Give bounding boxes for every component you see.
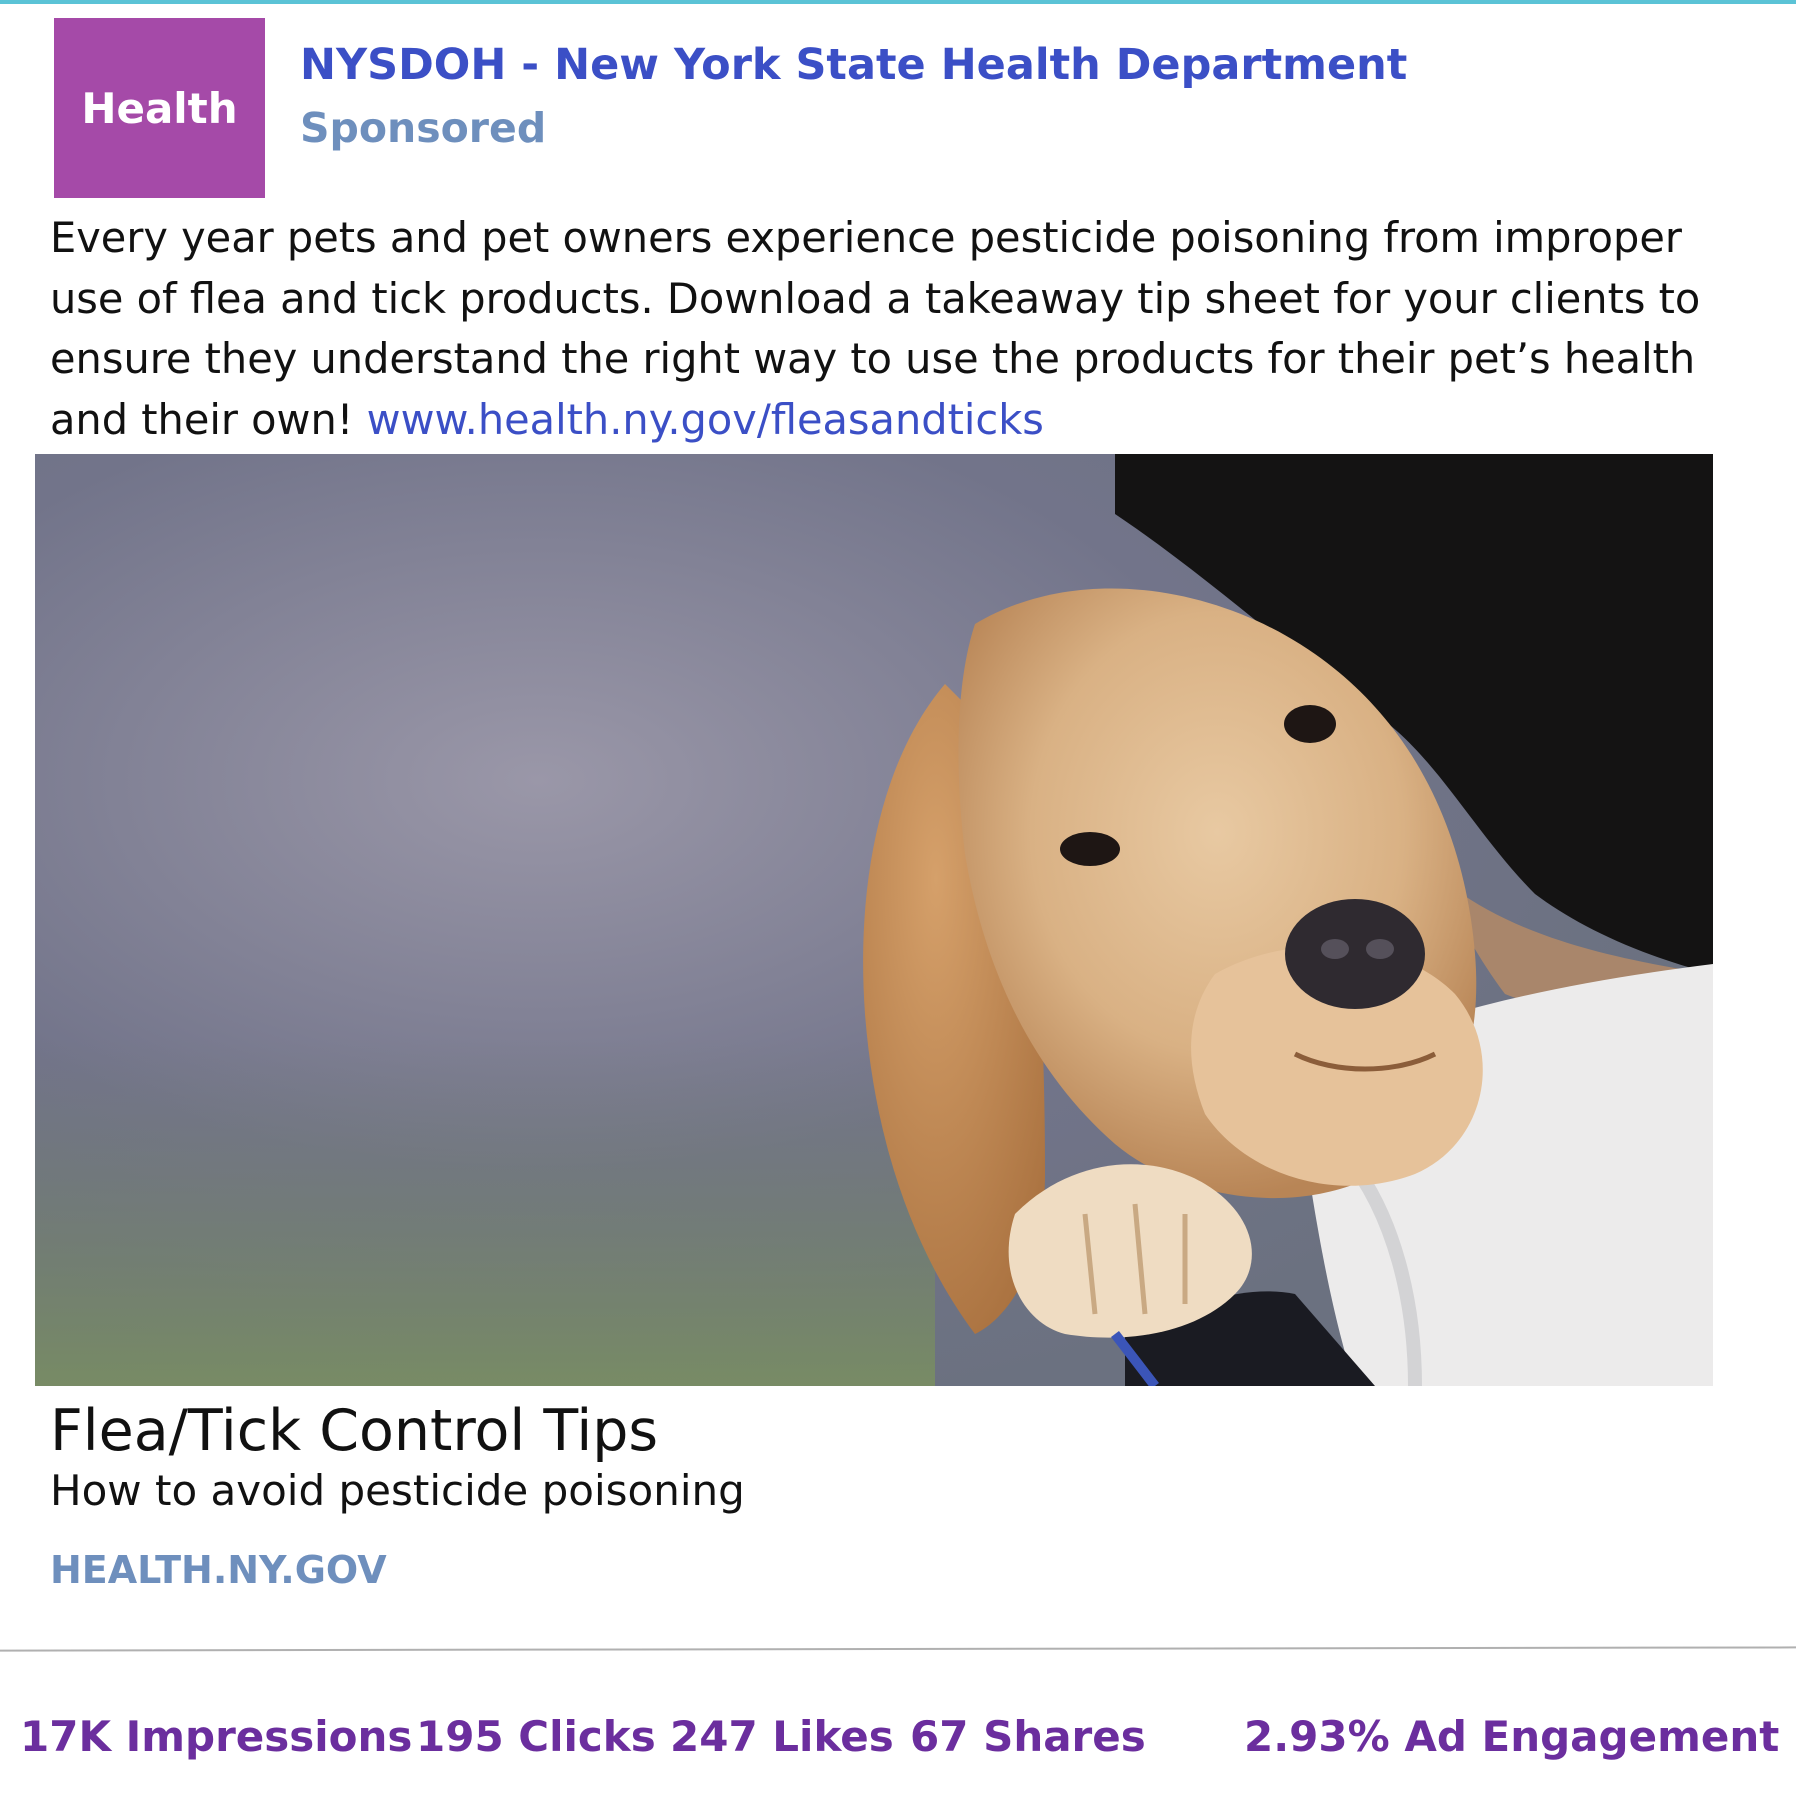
stat-ad-engagement: 2.93% Ad Engagement <box>1244 1712 1780 1761</box>
top-accent-rule <box>0 0 1796 4</box>
page-name-link[interactable]: NYSDOH - New York State Health Departmen… <box>300 40 1407 90</box>
link-preview-headline[interactable]: Flea/Tick Control Tips <box>50 1398 658 1464</box>
stat-shares: 67 Shares <box>910 1712 1146 1761</box>
post-body: Every year pets and pet owners experienc… <box>50 208 1730 450</box>
sponsored-label: Sponsored <box>300 104 547 152</box>
dog-hugging-person-illustration <box>35 454 1713 1386</box>
divider <box>0 1646 1796 1652</box>
ad-stats-bar: 17K Impressions 195 Clicks 247 Likes 67 … <box>20 1712 1780 1772</box>
link-preview-domain[interactable]: HEALTH.NY.GOV <box>50 1548 387 1592</box>
post-link[interactable]: www.health.ny.gov/fleasandticks <box>367 395 1044 444</box>
page-avatar-logo[interactable]: Health <box>54 18 265 198</box>
logo-text: Health <box>81 83 238 133</box>
stat-clicks: 195 Clicks <box>416 1712 656 1761</box>
post-image[interactable] <box>35 454 1713 1386</box>
stat-likes: 247 Likes <box>670 1712 894 1761</box>
link-preview-description: How to avoid pesticide poisoning <box>50 1466 745 1515</box>
stat-impressions: 17K Impressions <box>20 1712 413 1761</box>
